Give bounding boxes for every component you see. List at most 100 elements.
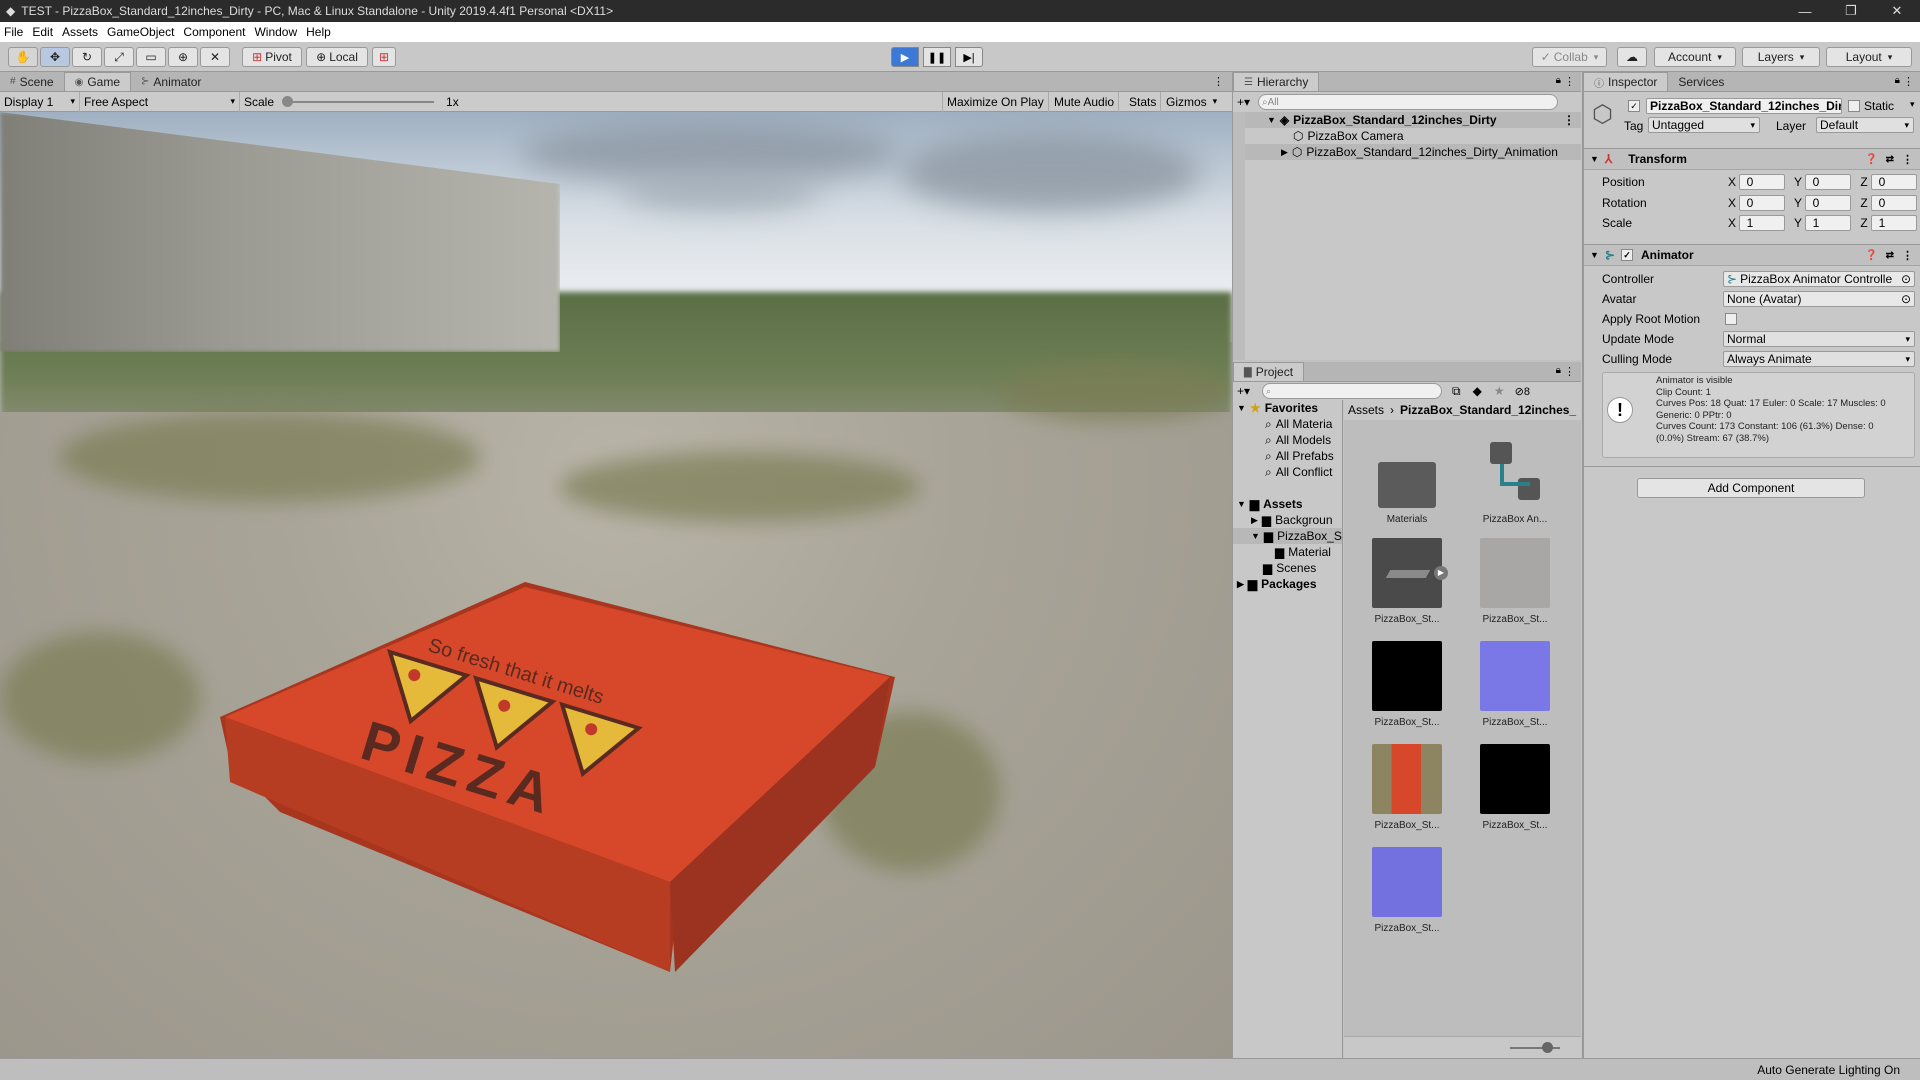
lock-icon[interactable]: 🔒︎: [1556, 75, 1561, 86]
tab-hierarchy[interactable]: ☰ Hierarchy: [1233, 72, 1320, 91]
local-toggle[interactable]: ⊕ Local: [306, 47, 368, 67]
layer-dropdown[interactable]: Default ▾: [1816, 117, 1914, 133]
search-by-label-icon[interactable]: ◆: [1473, 384, 1482, 398]
active-checkbox[interactable]: ✓: [1628, 100, 1640, 112]
hand-tool-icon[interactable]: ✋: [8, 47, 38, 67]
root-motion-checkbox[interactable]: [1725, 313, 1737, 325]
panel-menu-icon[interactable]: ⋮: [1213, 75, 1224, 88]
custom-tool-icon[interactable]: ✕: [200, 47, 230, 67]
scale-z-field[interactable]: 1: [1871, 215, 1917, 231]
object-picker-icon[interactable]: ⊙: [1901, 272, 1911, 286]
tab-animator[interactable]: ⊱ Animator: [131, 72, 211, 91]
menu-gameobject[interactable]: GameObject: [107, 25, 174, 39]
preset-icon[interactable]: ⇄: [1886, 154, 1894, 165]
rect-tool-icon[interactable]: ▭: [136, 47, 166, 67]
scale-y-field[interactable]: 1: [1805, 215, 1851, 231]
tab-game[interactable]: ◉ Game: [63, 72, 132, 91]
zoom-slider-thumb[interactable]: [1542, 1042, 1553, 1053]
transform-tool-icon[interactable]: ⊕: [168, 47, 198, 67]
scale-x-field[interactable]: 1: [1739, 215, 1785, 231]
asset-item[interactable]: ▶ PizzaBox_St...: [1362, 538, 1452, 625]
play-button[interactable]: ▶: [891, 47, 919, 67]
add-component-button[interactable]: Add Component: [1637, 478, 1865, 498]
lock-icon[interactable]: 🔒︎: [1556, 365, 1561, 376]
asset-item[interactable]: PizzaBox_St...: [1470, 641, 1560, 728]
menu-component[interactable]: Component: [183, 25, 245, 39]
tree-packages[interactable]: ▶ ▆ Packages: [1233, 576, 1342, 592]
pause-button[interactable]: ❚❚: [923, 47, 951, 67]
tree-item[interactable]: ⌕ All Models: [1233, 432, 1342, 448]
component-menu-icon[interactable]: ⋮: [1902, 153, 1913, 166]
transform-header[interactable]: ▼ ⅄ Transform ❓ ⇄ ⋮: [1584, 148, 1920, 170]
expand-icon[interactable]: ▶: [1434, 566, 1448, 580]
menu-window[interactable]: Window: [254, 25, 297, 39]
tree-item[interactable]: ▆ Material: [1233, 544, 1342, 560]
breadcrumb-item[interactable]: Assets: [1348, 403, 1384, 417]
tab-inspector[interactable]: ⓘ Inspector: [1583, 72, 1669, 91]
maximize-icon[interactable]: ❐: [1828, 0, 1874, 22]
position-x-field[interactable]: 0: [1739, 174, 1785, 190]
tree-favorites[interactable]: ▼ ★ Favorites: [1233, 400, 1342, 416]
update-mode-dropdown[interactable]: Normal ▾: [1723, 331, 1915, 347]
hierarchy-item[interactable]: ▼ ◈ PizzaBox_Standard_12inches_Dirty ⋮: [1233, 112, 1581, 128]
account-dropdown[interactable]: Account: [1654, 47, 1736, 67]
hidden-count-icon[interactable]: ⊘8: [1515, 385, 1530, 398]
tree-item[interactable]: ⌕ All Prefabs: [1233, 448, 1342, 464]
menu-help[interactable]: Help: [306, 25, 331, 39]
hierarchy-item[interactable]: ▶ ⬡ PizzaBox_Standard_12inches_Dirty_Anima…: [1233, 144, 1581, 160]
tree-item[interactable]: ▶ ▆ Backgroun: [1233, 512, 1342, 528]
asset-item[interactable]: PizzaBox_St...: [1470, 538, 1560, 625]
tag-dropdown[interactable]: Untagged ▾: [1648, 117, 1760, 133]
chevron-down-icon[interactable]: ▾: [1910, 99, 1915, 110]
add-icon[interactable]: +▾: [1237, 384, 1250, 398]
preset-icon[interactable]: ⇄: [1886, 250, 1894, 261]
tab-scene[interactable]: # Scene: [0, 72, 64, 91]
auto-lighting-status[interactable]: Auto Generate Lighting On: [1757, 1063, 1900, 1077]
minimize-icon[interactable]: —: [1782, 0, 1828, 22]
add-icon[interactable]: +▾: [1237, 95, 1250, 109]
breadcrumb-item[interactable]: PizzaBox_Standard_12inches_: [1400, 403, 1576, 417]
tab-project[interactable]: ▇ Project: [1233, 362, 1305, 381]
rotation-x-field[interactable]: 0: [1739, 195, 1785, 211]
mute-audio-toggle[interactable]: Mute Audio: [1050, 91, 1120, 112]
panel-menu-icon[interactable]: ⋮: [1564, 365, 1575, 378]
menu-file[interactable]: File: [4, 25, 23, 39]
step-button[interactable]: ▶|: [955, 47, 983, 67]
rotate-tool-icon[interactable]: ↻: [72, 47, 102, 67]
component-menu-icon[interactable]: ⋮: [1902, 249, 1913, 262]
static-checkbox[interactable]: [1848, 100, 1860, 112]
object-name-input[interactable]: PizzaBox_Standard_12inches_Dir: [1646, 98, 1842, 114]
snap-icon[interactable]: ⊞: [372, 47, 396, 67]
item-menu-icon[interactable]: ⋮: [1563, 113, 1575, 127]
star-icon[interactable]: ★: [1494, 384, 1505, 398]
cloud-icon[interactable]: ☁: [1617, 47, 1647, 67]
rotation-y-field[interactable]: 0: [1805, 195, 1851, 211]
asset-item[interactable]: Materials: [1362, 438, 1452, 525]
tree-item[interactable]: ▆ Scenes: [1233, 560, 1342, 576]
panel-menu-icon[interactable]: ⋮: [1903, 75, 1914, 88]
asset-item[interactable]: PizzaBox An...: [1470, 438, 1560, 525]
hierarchy-item[interactable]: ⬡ PizzaBox Camera: [1233, 128, 1581, 144]
asset-item[interactable]: PizzaBox_St...: [1362, 641, 1452, 728]
menu-edit[interactable]: Edit: [32, 25, 53, 39]
tab-services[interactable]: Services: [1668, 72, 1734, 91]
display-dropdown[interactable]: Display 1 ▾: [0, 91, 80, 112]
avatar-object-field[interactable]: None (Avatar) ⊙: [1723, 291, 1915, 307]
aspect-dropdown[interactable]: Free Aspect ▾: [80, 91, 240, 112]
scale-tool-icon[interactable]: ⤢: [104, 47, 134, 67]
asset-item[interactable]: PizzaBox_St...: [1362, 744, 1452, 831]
search-by-type-icon[interactable]: ⧉: [1452, 384, 1461, 399]
scale-slider[interactable]: [282, 95, 435, 107]
menu-assets[interactable]: Assets: [62, 25, 98, 39]
help-icon[interactable]: ❓: [1865, 154, 1877, 165]
layout-dropdown[interactable]: Layout: [1826, 47, 1912, 67]
close-icon[interactable]: ✕: [1874, 0, 1920, 22]
controller-object-field[interactable]: ⊱ PizzaBox Animator Controlle ⊙: [1723, 271, 1915, 287]
layers-dropdown[interactable]: Layers: [1742, 47, 1820, 67]
collab-dropdown[interactable]: ✓ Collab: [1532, 47, 1607, 67]
animator-enabled-checkbox[interactable]: ✓: [1620, 249, 1633, 261]
move-tool-icon[interactable]: ✥: [40, 47, 70, 67]
project-search-input[interactable]: ⌕: [1262, 383, 1443, 399]
pivot-toggle[interactable]: ⊞ Pivot: [242, 47, 302, 67]
tree-item[interactable]: ⌕ All Materia: [1233, 416, 1342, 432]
